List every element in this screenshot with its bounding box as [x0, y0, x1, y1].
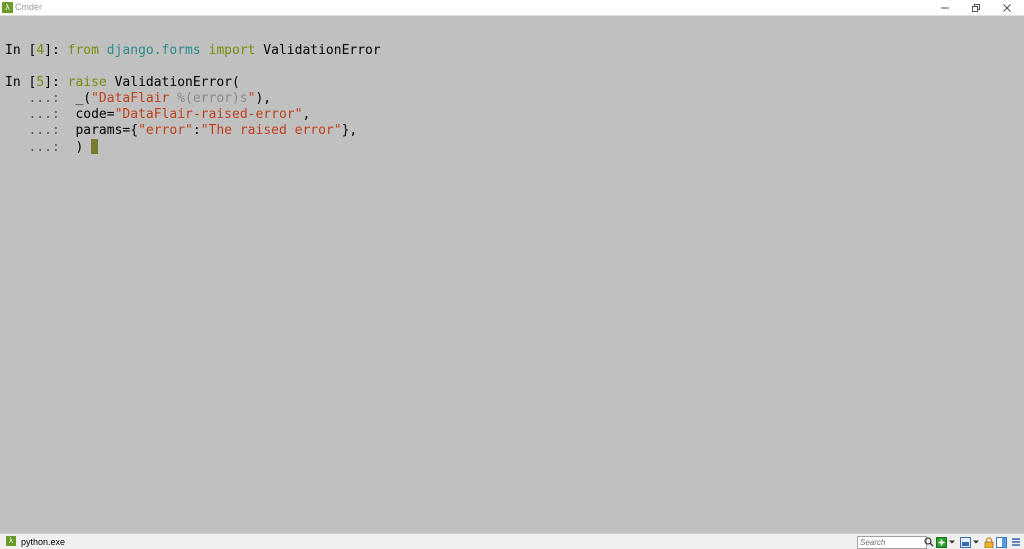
layout-dropdown[interactable] [972, 536, 979, 548]
keyword-import: import [208, 43, 256, 58]
close-icon [1003, 3, 1011, 12]
code-text: : [192, 123, 201, 138]
keyword-from: from [67, 43, 99, 58]
prompt-in: In [ [5, 75, 37, 90]
cmder-window: λ Cmder In [4]: from django.forms import… [0, 0, 1024, 549]
dropdown-icon [972, 540, 979, 544]
string-literal: "DataFlair [91, 91, 178, 106]
continuation-prompt: ...: [5, 107, 68, 122]
module-name: django.forms [106, 43, 201, 58]
console-line: ...: code="DataFlair-raised-error", [5, 107, 310, 123]
import-name: ValidationError [255, 43, 381, 58]
console-line: ...: ) [5, 139, 99, 155]
prompt-close: ]: [44, 43, 68, 58]
lock-icon [984, 536, 993, 548]
new-console-button[interactable] [936, 536, 947, 548]
layout-icon [959, 536, 971, 548]
code-text: ) [67, 140, 92, 155]
window-title: Cmder [15, 2, 43, 12]
continuation-prompt: ...: [5, 123, 68, 138]
string-literal: "DataFlair-raised-error" [114, 107, 303, 122]
layout-button[interactable] [959, 536, 971, 548]
split-icon [996, 536, 1007, 548]
new-console-icon [936, 536, 947, 548]
console-line: In [4]: from django.forms import Validat… [5, 43, 381, 59]
console-line: ...: _("DataFlair %(error)s"), [5, 91, 271, 107]
prompt-close: ]: [44, 75, 68, 90]
prompt-number: 4 [36, 43, 45, 58]
console-line: ...: params={"error":"The raised error"}… [5, 123, 357, 139]
status-bar: λ python.exe [0, 533, 1024, 549]
code-text: ValidationError( [106, 75, 240, 90]
restore-button[interactable] [960, 0, 992, 15]
code-text: }, [341, 123, 358, 138]
string-literal: "The raised error" [200, 123, 342, 138]
search-input[interactable] [857, 536, 927, 549]
minimize-icon [941, 7, 949, 8]
console-line: In [5]: raise ValidationError( [5, 75, 240, 91]
lambda-app-icon: λ [2, 2, 13, 13]
string-literal: "error" [138, 123, 193, 138]
split-button[interactable] [996, 536, 1007, 548]
menu-icon [1011, 538, 1020, 546]
code-text: , [302, 107, 311, 122]
code-text: params={ [67, 123, 139, 138]
new-console-dropdown[interactable] [948, 536, 955, 548]
code-text: _( [67, 91, 92, 106]
dropdown-icon [948, 540, 955, 544]
prompt-in: In [ [5, 43, 37, 58]
minimize-button[interactable] [929, 0, 961, 15]
continuation-prompt: ...: [5, 140, 68, 155]
lock-button[interactable] [983, 536, 994, 548]
search-button[interactable] [923, 536, 934, 548]
active-process-tab[interactable]: python.exe [21, 535, 65, 549]
search-icon [923, 537, 933, 547]
console-area[interactable]: In [4]: from django.forms import Validat… [0, 16, 1024, 533]
lambda-process-icon[interactable]: λ [6, 536, 16, 546]
continuation-prompt: ...: [5, 91, 68, 106]
title-bar[interactable]: λ Cmder [0, 0, 1024, 16]
keyword-raise: raise [67, 75, 107, 90]
code-text: code= [67, 107, 115, 122]
prompt-number: 5 [36, 75, 45, 90]
code-text: ), [255, 91, 272, 106]
text-cursor [91, 139, 99, 154]
close-button[interactable] [991, 0, 1023, 15]
string-interpolation: %(error)s [177, 91, 248, 106]
restore-icon [972, 3, 980, 12]
menu-button[interactable] [1010, 536, 1021, 548]
